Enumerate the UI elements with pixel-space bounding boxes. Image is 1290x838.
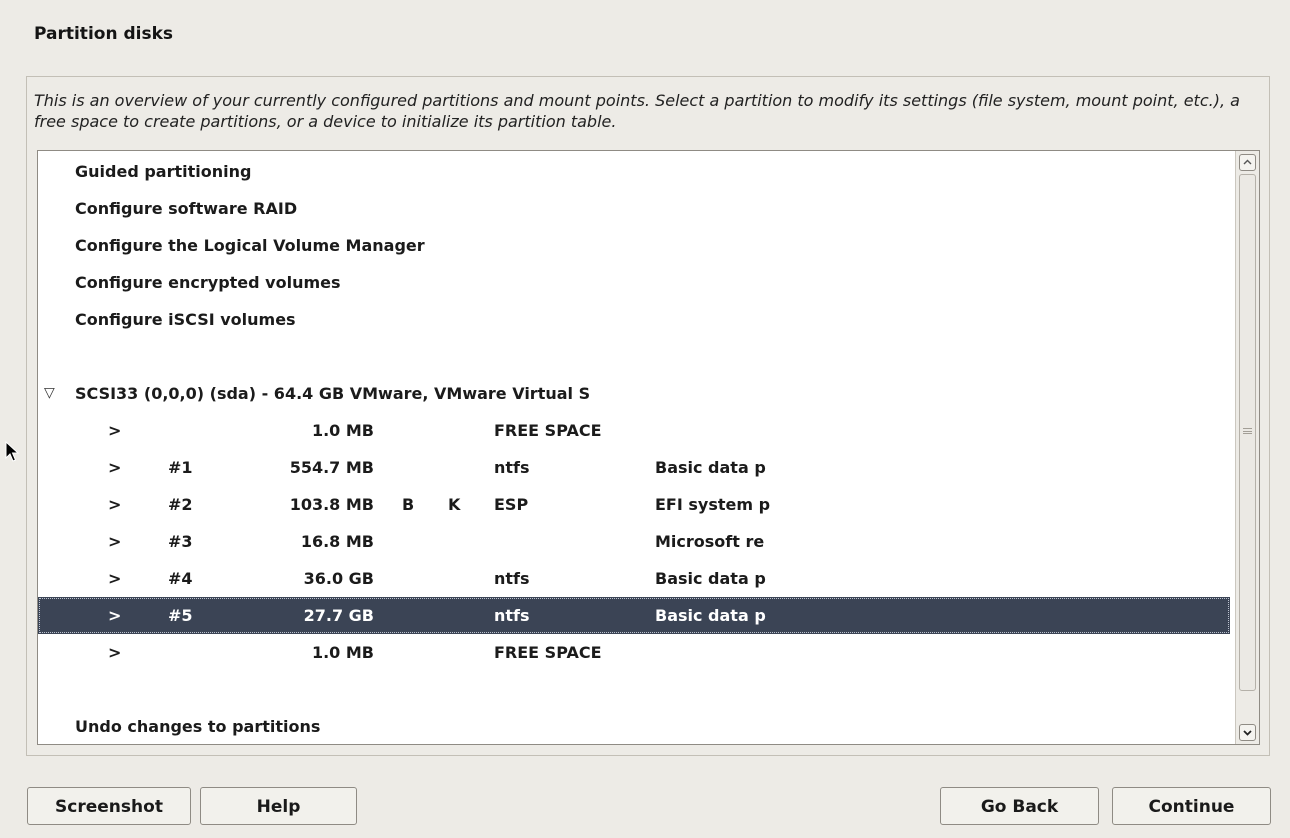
chevron-down-icon[interactable]	[1239, 724, 1256, 741]
partition-name: Basic data p	[655, 606, 766, 625]
partition-arrow: >	[108, 495, 122, 514]
partition-number: #3	[168, 532, 193, 551]
mouse-pointer-icon	[5, 441, 20, 462]
partition-row-free-space-2[interactable]: > 1.0 MB FREE SPACE	[38, 634, 1230, 671]
partition-filesystem: FREE SPACE	[494, 421, 602, 440]
partition-filesystem: ESP	[494, 495, 529, 514]
list-item-guided-partitioning[interactable]: Guided partitioning	[38, 153, 1230, 190]
list-item-iscsi-volumes[interactable]: Configure iSCSI volumes	[38, 301, 1230, 338]
partition-number: #5	[168, 606, 193, 625]
partition-filesystem: ntfs	[494, 458, 530, 477]
page-title: Partition disks	[34, 24, 174, 44]
list-item-encrypted-volumes[interactable]: Configure encrypted volumes	[38, 264, 1230, 301]
disk-label: SCSI33 (0,0,0) (sda) - 64.4 GB VMware, V…	[75, 384, 591, 403]
list-item-label: Undo changes to partitions	[75, 717, 321, 736]
partition-arrow: >	[108, 569, 122, 588]
partition-size: 554.7 MB	[289, 458, 374, 477]
list-item-label: Configure iSCSI volumes	[75, 310, 296, 329]
list-item-label: Configure encrypted volumes	[75, 273, 341, 292]
go-back-button[interactable]: Go Back	[940, 787, 1099, 825]
partition-list[interactable]: Guided partitioning Configure software R…	[37, 150, 1260, 745]
partition-size: 36.0 GB	[303, 569, 374, 588]
partition-keep-flag: K	[448, 495, 461, 514]
partition-filesystem: FREE SPACE	[494, 643, 602, 662]
partition-row-free-space-1[interactable]: > 1.0 MB FREE SPACE	[38, 412, 1230, 449]
chevron-up-icon[interactable]	[1239, 154, 1256, 171]
list-item-undo-changes[interactable]: Undo changes to partitions	[38, 708, 1230, 744]
scrollbar-thumb[interactable]	[1239, 174, 1256, 691]
list-item-lvm[interactable]: Configure the Logical Volume Manager	[38, 227, 1230, 264]
help-button[interactable]: Help	[200, 787, 357, 825]
list-item-software-raid[interactable]: Configure software RAID	[38, 190, 1230, 227]
partition-number: #4	[168, 569, 193, 588]
partition-name: Basic data p	[655, 458, 766, 477]
partition-row-2[interactable]: > #2 103.8 MB B K ESP EFI system p	[38, 486, 1230, 523]
partition-filesystem: ntfs	[494, 606, 530, 625]
list-item-label: Configure the Logical Volume Manager	[75, 236, 425, 255]
partition-name: Microsoft re	[655, 532, 765, 551]
vertical-scrollbar[interactable]	[1235, 151, 1259, 744]
partition-size: 103.8 MB	[289, 495, 374, 514]
partition-number: #2	[168, 495, 193, 514]
partition-number: #1	[168, 458, 193, 477]
partition-name: Basic data p	[655, 569, 766, 588]
partition-row-3[interactable]: > #3 16.8 MB Microsoft re	[38, 523, 1230, 560]
partition-size: 1.0 MB	[311, 421, 374, 440]
partition-size: 1.0 MB	[311, 643, 374, 662]
partition-row-1[interactable]: > #1 554.7 MB ntfs Basic data p	[38, 449, 1230, 486]
description-text: This is an overview of your currently co…	[34, 91, 1240, 131]
partition-arrow: >	[108, 421, 122, 440]
partition-arrow: >	[108, 643, 122, 662]
expander-triangle-icon[interactable]: ▽	[44, 375, 55, 412]
list-item-label: Configure software RAID	[75, 199, 298, 218]
screenshot-button[interactable]: Screenshot	[27, 787, 191, 825]
partition-arrow: >	[108, 458, 122, 477]
continue-button[interactable]: Continue	[1112, 787, 1271, 825]
partition-arrow: >	[108, 532, 122, 551]
partition-bootable-flag: B	[402, 495, 415, 514]
partition-size: 16.8 MB	[300, 532, 374, 551]
grip-icon	[1243, 428, 1252, 434]
partition-name: EFI system p	[655, 495, 771, 514]
partition-arrow: >	[108, 606, 122, 625]
list-item-label: Guided partitioning	[75, 162, 252, 181]
partition-row-5-selected[interactable]: > #5 27.7 GB ntfs Basic data p	[38, 597, 1230, 634]
disk-row[interactable]: ▽ SCSI33 (0,0,0) (sda) - 64.4 GB VMware,…	[38, 375, 1230, 412]
partition-size: 27.7 GB	[303, 606, 374, 625]
partition-filesystem: ntfs	[494, 569, 530, 588]
partition-row-4[interactable]: > #4 36.0 GB ntfs Basic data p	[38, 560, 1230, 597]
